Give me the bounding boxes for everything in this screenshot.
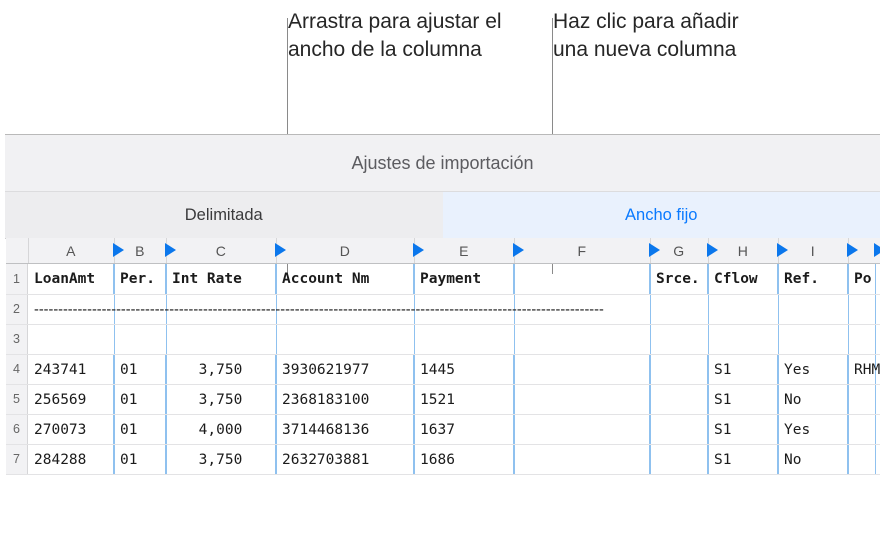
col-resize-handle[interactable] <box>275 243 286 257</box>
cell[interactable]: 3714468136 <box>276 415 414 444</box>
column-ruler: A B C D E F G H I <box>6 238 880 264</box>
row-number[interactable]: 7 <box>6 445 28 474</box>
row-number[interactable]: 6 <box>6 415 28 444</box>
cell[interactable]: 2632703881 <box>276 445 414 474</box>
cell[interactable]: S1 <box>708 355 778 384</box>
cell[interactable] <box>650 385 708 414</box>
col-header <box>514 264 650 294</box>
cell[interactable]: Yes <box>778 415 848 444</box>
row-number[interactable]: 2 <box>6 295 28 324</box>
dash-line: ----------------------------------------… <box>28 295 880 324</box>
col-resize-handle[interactable] <box>847 243 858 257</box>
data-row: 4 243741 01 3,750 3930621977 1445 S1 Yes… <box>6 355 880 385</box>
cell[interactable]: 01 <box>114 445 166 474</box>
cell[interactable]: 2368183100 <box>276 385 414 414</box>
cell[interactable]: 3,750 <box>166 445 276 474</box>
col-letter-H[interactable]: H <box>708 238 779 263</box>
header-row: 1 LoanAmt Per. Int Rate Account Nm Payme… <box>6 264 880 295</box>
callout-add-col: Haz clic para añadir una nueva columna <box>553 8 773 65</box>
preview-grid: A B C D E F G H I <box>6 238 880 475</box>
col-resize-handle[interactable] <box>113 243 124 257</box>
col-letter-A[interactable]: A <box>28 238 115 263</box>
cell[interactable]: 3930621977 <box>276 355 414 384</box>
col-letter-F[interactable]: F <box>514 238 651 263</box>
col-header: Account Nm <box>276 264 414 294</box>
cell[interactable]: 4,000 <box>166 415 276 444</box>
col-resize-handle[interactable] <box>707 243 718 257</box>
col-header: Int Rate <box>166 264 276 294</box>
col-letter-C[interactable]: C <box>166 238 277 263</box>
cell[interactable]: 3,750 <box>166 385 276 414</box>
col-resize-handle[interactable] <box>777 243 788 257</box>
cell[interactable]: No <box>778 385 848 414</box>
col-header: Po <box>848 264 880 294</box>
cell[interactable]: S1 <box>708 385 778 414</box>
col-header: Ref. <box>778 264 848 294</box>
cell[interactable]: 284288 <box>28 445 114 474</box>
cell[interactable] <box>650 355 708 384</box>
cell[interactable]: 01 <box>114 415 166 444</box>
tab-delimited[interactable]: Delimitada <box>5 192 443 238</box>
col-header: LoanAmt <box>28 264 114 294</box>
row-number[interactable]: 1 <box>6 264 28 294</box>
cell[interactable] <box>514 415 650 444</box>
data-row: 7 284288 01 3,750 2632703881 1686 S1 No <box>6 445 880 475</box>
col-resize-handle[interactable] <box>874 243 880 257</box>
col-header: Srce. <box>650 264 708 294</box>
blank-row: 3 <box>6 325 880 355</box>
separator-row: 2 --------------------------------------… <box>6 295 880 325</box>
col-resize-handle[interactable] <box>413 243 424 257</box>
panel-title: Ajustes de importación <box>5 135 880 192</box>
tab-fixed-width[interactable]: Ancho fijo <box>443 192 880 238</box>
cell[interactable]: S1 <box>708 445 778 474</box>
row-number[interactable]: 5 <box>6 385 28 414</box>
cell[interactable] <box>650 445 708 474</box>
col-letter-I[interactable]: I <box>778 238 849 263</box>
cell[interactable]: S1 <box>708 415 778 444</box>
cell[interactable]: 1521 <box>414 385 514 414</box>
cell[interactable] <box>650 415 708 444</box>
cell[interactable]: 3,750 <box>166 355 276 384</box>
cell[interactable]: 243741 <box>28 355 114 384</box>
col-letter-E[interactable]: E <box>414 238 515 263</box>
cell[interactable]: Yes <box>778 355 848 384</box>
layout-tabs: Delimitada Ancho fijo <box>5 192 880 239</box>
cell[interactable]: 1686 <box>414 445 514 474</box>
cell[interactable] <box>514 385 650 414</box>
cell[interactable] <box>848 445 880 474</box>
data-row: 5 256569 01 3,750 2368183100 1521 S1 No <box>6 385 880 415</box>
col-header: Cflow <box>708 264 778 294</box>
cell[interactable]: 256569 <box>28 385 114 414</box>
cell[interactable]: 01 <box>114 385 166 414</box>
cell[interactable] <box>514 355 650 384</box>
row-number[interactable]: 4 <box>6 355 28 384</box>
col-header: Per. <box>114 264 166 294</box>
cell[interactable]: No <box>778 445 848 474</box>
cell[interactable]: 1445 <box>414 355 514 384</box>
col-resize-handle[interactable] <box>513 243 524 257</box>
import-settings-screenshot: Arrastra para ajustar el ancho de la col… <box>0 0 880 540</box>
col-resize-handle[interactable] <box>165 243 176 257</box>
col-header: Payment <box>414 264 514 294</box>
cell[interactable] <box>848 385 880 414</box>
cell[interactable]: 1637 <box>414 415 514 444</box>
row-number[interactable]: 3 <box>6 325 28 354</box>
cell[interactable] <box>848 415 880 444</box>
data-row: 6 270073 01 4,000 3714468136 1637 S1 Yes <box>6 415 880 445</box>
cell[interactable]: 01 <box>114 355 166 384</box>
col-letter-D[interactable]: D <box>276 238 415 263</box>
cell[interactable]: RHMXWPO <box>848 355 880 384</box>
cell[interactable]: 270073 <box>28 415 114 444</box>
cell[interactable] <box>514 445 650 474</box>
import-panel: Ajustes de importación Delimitada Ancho … <box>5 134 880 239</box>
callout-resize: Arrastra para ajustar el ancho de la col… <box>288 8 508 65</box>
col-resize-handle[interactable] <box>649 243 660 257</box>
